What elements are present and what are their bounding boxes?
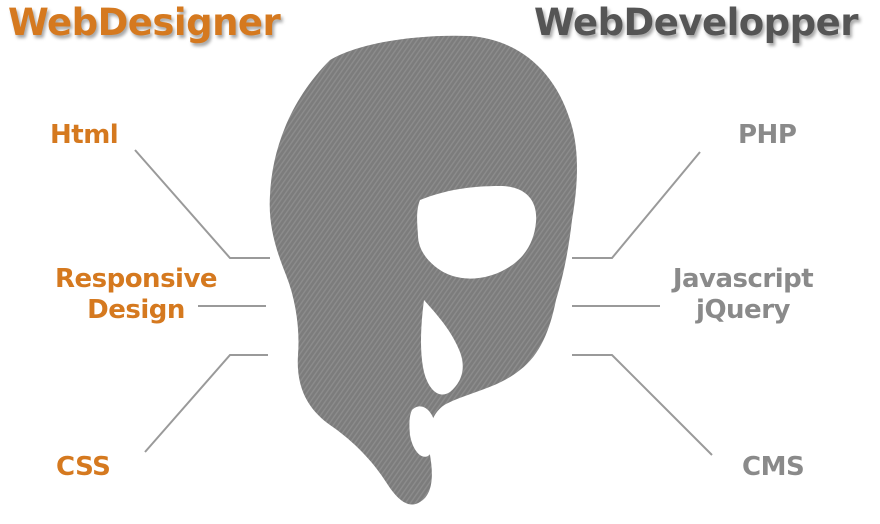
skill-css-label: CSS (56, 452, 111, 482)
webdeveloper-title: WebDevelopper (533, 1, 859, 44)
skill-php-label: PHP (738, 120, 797, 150)
skills-infographic: WebDesigner WebDevelopper Html Responsiv… (0, 0, 880, 524)
skill-javascript-jquery: Javascript jQuery (660, 264, 826, 326)
skill-javascript-line1: Javascript (672, 264, 814, 294)
skill-responsive-design: Responsive Design (48, 264, 224, 326)
skill-responsive-line2: Design (87, 295, 185, 325)
skill-cms-label: CMS (742, 452, 805, 482)
skill-jquery-line2: jQuery (696, 295, 790, 325)
skill-css: CSS (56, 452, 111, 483)
skill-cms: CMS (742, 452, 805, 483)
skill-php: PHP (738, 120, 797, 151)
head-silhouette-illustration (134, 35, 713, 505)
skill-responsive-line1: Responsive (54, 264, 218, 294)
webdesigner-title: WebDesigner (8, 1, 281, 44)
skill-html: Html (50, 120, 119, 151)
skill-html-label: Html (50, 120, 119, 150)
